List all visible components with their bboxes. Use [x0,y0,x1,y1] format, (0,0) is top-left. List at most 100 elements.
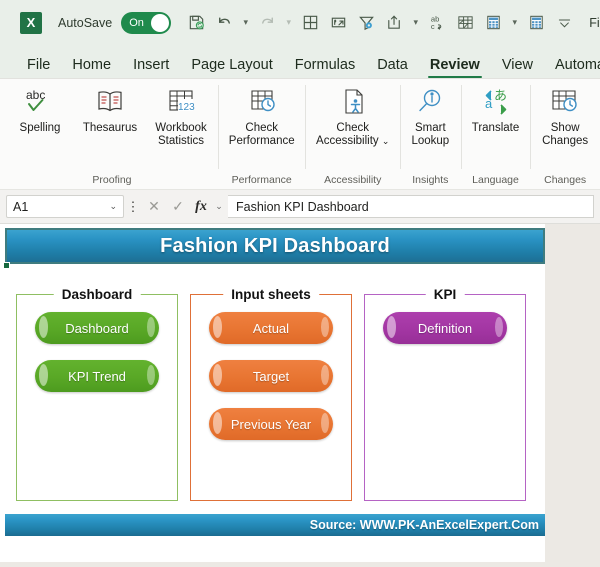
undo-dropdown-caret-icon[interactable]: ▾ [239,9,252,37]
button-previous-year-label: Previous Year [231,417,311,432]
button-actual-label: Actual [253,321,289,336]
ribbon-label-translate: Translate [472,122,520,135]
panel-dashboard: Dashboard Dashboard KPI Trend [16,286,178,501]
ribbon-button-thesaurus[interactable]: Thesaurus [74,83,146,135]
smart-lookup-icon [414,85,446,119]
ribbon-button-workbook-statistics[interactable]: 123 Workbook Statistics [146,83,216,147]
sort-filter-icon[interactable] [325,9,351,37]
formula-dropdown-caret-icon[interactable]: ⌄ [212,201,226,212]
calculate-dropdown-caret-icon[interactable]: ▾ [508,9,521,37]
ribbon-group-insights: Smart Lookup Insights [400,79,461,189]
svg-text:c: c [431,22,435,31]
ribbon-group-changes: Show Changes Changes [530,79,600,189]
check-performance-icon [245,85,279,119]
dashboard-title-text: Fashion KPI Dashboard [160,235,390,258]
cancel-icon[interactable]: ✕ [142,198,166,215]
navigation-panels: Dashboard Dashboard KPI Trend Input shee… [16,286,526,501]
panel-dashboard-legend: Dashboard [54,286,141,303]
svg-text:a: a [485,96,493,111]
button-target-label: Target [253,369,289,384]
name-box-value: A1 [13,200,28,214]
cell-selection-handle[interactable] [3,262,10,269]
autosave-toggle[interactable]: On [121,12,171,34]
worksheet-area: Fashion KPI Dashboard Dashboard Dashboar… [0,224,600,562]
spelling-icon[interactable]: ab c [424,9,450,37]
name-box-caret-icon[interactable]: ⌄ [109,201,117,212]
ribbon-group-label-performance: Performance [218,174,306,187]
translate-icon: a あ [480,85,512,119]
ribbon-label-check-accessibility: Check Accessibility ⌄ [316,122,390,147]
formula-input[interactable]: Fashion KPI Dashboard [228,195,594,218]
source-footer-bar: Source: WWW.PK-AnExcelExpert.Com [5,514,545,536]
share-icon[interactable] [381,9,407,37]
ribbon-group-label-insights: Insights [400,174,461,187]
button-actual[interactable]: Actual [209,312,333,344]
autosave-toggle-knob [151,14,169,32]
calculate-sheet-icon[interactable] [480,9,506,37]
ribbon-button-translate[interactable]: a あ Translate [462,83,529,135]
panel-dashboard-buttons: Dashboard KPI Trend [16,312,178,392]
insert-function-icon[interactable]: fx [190,199,212,215]
formula-bar-more-icon[interactable]: ⋮ [124,202,142,212]
autosave-toggle-state: On [129,12,144,34]
tab-page-layout[interactable]: Page Layout [180,57,283,78]
redo-icon[interactable] [254,9,280,37]
ribbon-group-label-language: Language [461,174,531,187]
tab-formulas[interactable]: Formulas [284,57,366,78]
ribbon-group-label-accessibility: Accessibility [305,174,400,187]
ribbon-button-check-accessibility[interactable]: Check Accessibility ⌄ [307,83,399,147]
ribbon-label-thesaurus: Thesaurus [83,122,137,135]
ribbon-body: abc Spelling Thesaurus [0,78,600,189]
button-definition-label: Definition [418,321,472,336]
formula-bar: A1 ⌄ ⋮ ✕ ✓ fx ⌄ Fashion KPI Dashboard [0,189,600,224]
ribbon-group-proofing: abc Spelling Thesaurus [6,79,218,189]
ribbon-button-check-performance[interactable]: Check Performance [220,83,304,147]
enter-check-icon[interactable]: ✓ [166,198,190,215]
tab-insert[interactable]: Insert [122,57,180,78]
ribbon-group-accessibility: Check Accessibility ⌄ Accessibility [305,79,400,189]
customize-toolbar-icon[interactable] [551,9,577,37]
source-footer-text: Source: WWW.PK-AnExcelExpert.Com [310,518,539,532]
thesaurus-book-icon [93,85,127,119]
calculate-now-icon[interactable] [523,9,549,37]
filter-icon[interactable] [353,9,379,37]
name-box[interactable]: A1 ⌄ [6,195,124,218]
ribbon-group-label-changes: Changes [530,174,600,187]
tab-view[interactable]: View [491,57,544,78]
dashboard-title-banner[interactable]: Fashion KPI Dashboard [5,228,545,264]
excel-logo-icon [20,12,42,34]
ribbon-tab-bar: File Home Insert Page Layout Formulas Da… [0,45,600,78]
spelling-check-icon: abc [23,85,57,119]
autosave-label: AutoSave [58,16,112,30]
ribbon-label-smart-lookup: Smart Lookup [407,122,453,147]
tab-file[interactable]: File [16,57,61,78]
ribbon-button-show-changes[interactable]: Show Changes [532,83,599,147]
undo-icon[interactable] [211,9,237,37]
panel-input-sheets-buttons: Actual Target Previous Year [190,312,352,440]
borders-icon[interactable] [297,9,323,37]
button-kpi-trend[interactable]: KPI Trend [35,360,159,392]
button-dashboard[interactable]: Dashboard [35,312,159,344]
tab-review[interactable]: Review [419,57,491,78]
button-target[interactable]: Target [209,360,333,392]
redo-dropdown-caret-icon[interactable]: ▾ [282,9,295,37]
button-definition[interactable]: Definition [383,312,507,344]
tab-automate[interactable]: Automate [544,57,600,78]
ribbon-button-spelling[interactable]: abc Spelling [6,83,74,135]
tab-data[interactable]: Data [366,57,419,78]
ribbon-group-performance: Check Performance Performance [218,79,306,189]
ribbon-button-smart-lookup[interactable]: Smart Lookup [401,83,459,147]
chevron-down-icon[interactable]: ⌄ [382,136,390,146]
button-previous-year[interactable]: Previous Year [209,408,333,440]
freeze-panes-icon[interactable] [452,9,478,37]
ribbon-group-language: a あ Translate Language [461,79,531,189]
tab-home[interactable]: Home [61,57,122,78]
ribbon-label-show-changes: Show Changes [538,122,593,147]
save-icon[interactable] [183,9,209,37]
panel-kpi-buttons: Definition [364,312,526,344]
share-dropdown-caret-icon[interactable]: ▾ [409,9,422,37]
ribbon-group-label-proofing: Proofing [6,174,218,187]
panel-kpi-legend: KPI [426,286,465,303]
panel-input-sheets: Input sheets Actual Target Previous Year [190,286,352,501]
ribbon-label-spelling: Spelling [20,122,61,135]
